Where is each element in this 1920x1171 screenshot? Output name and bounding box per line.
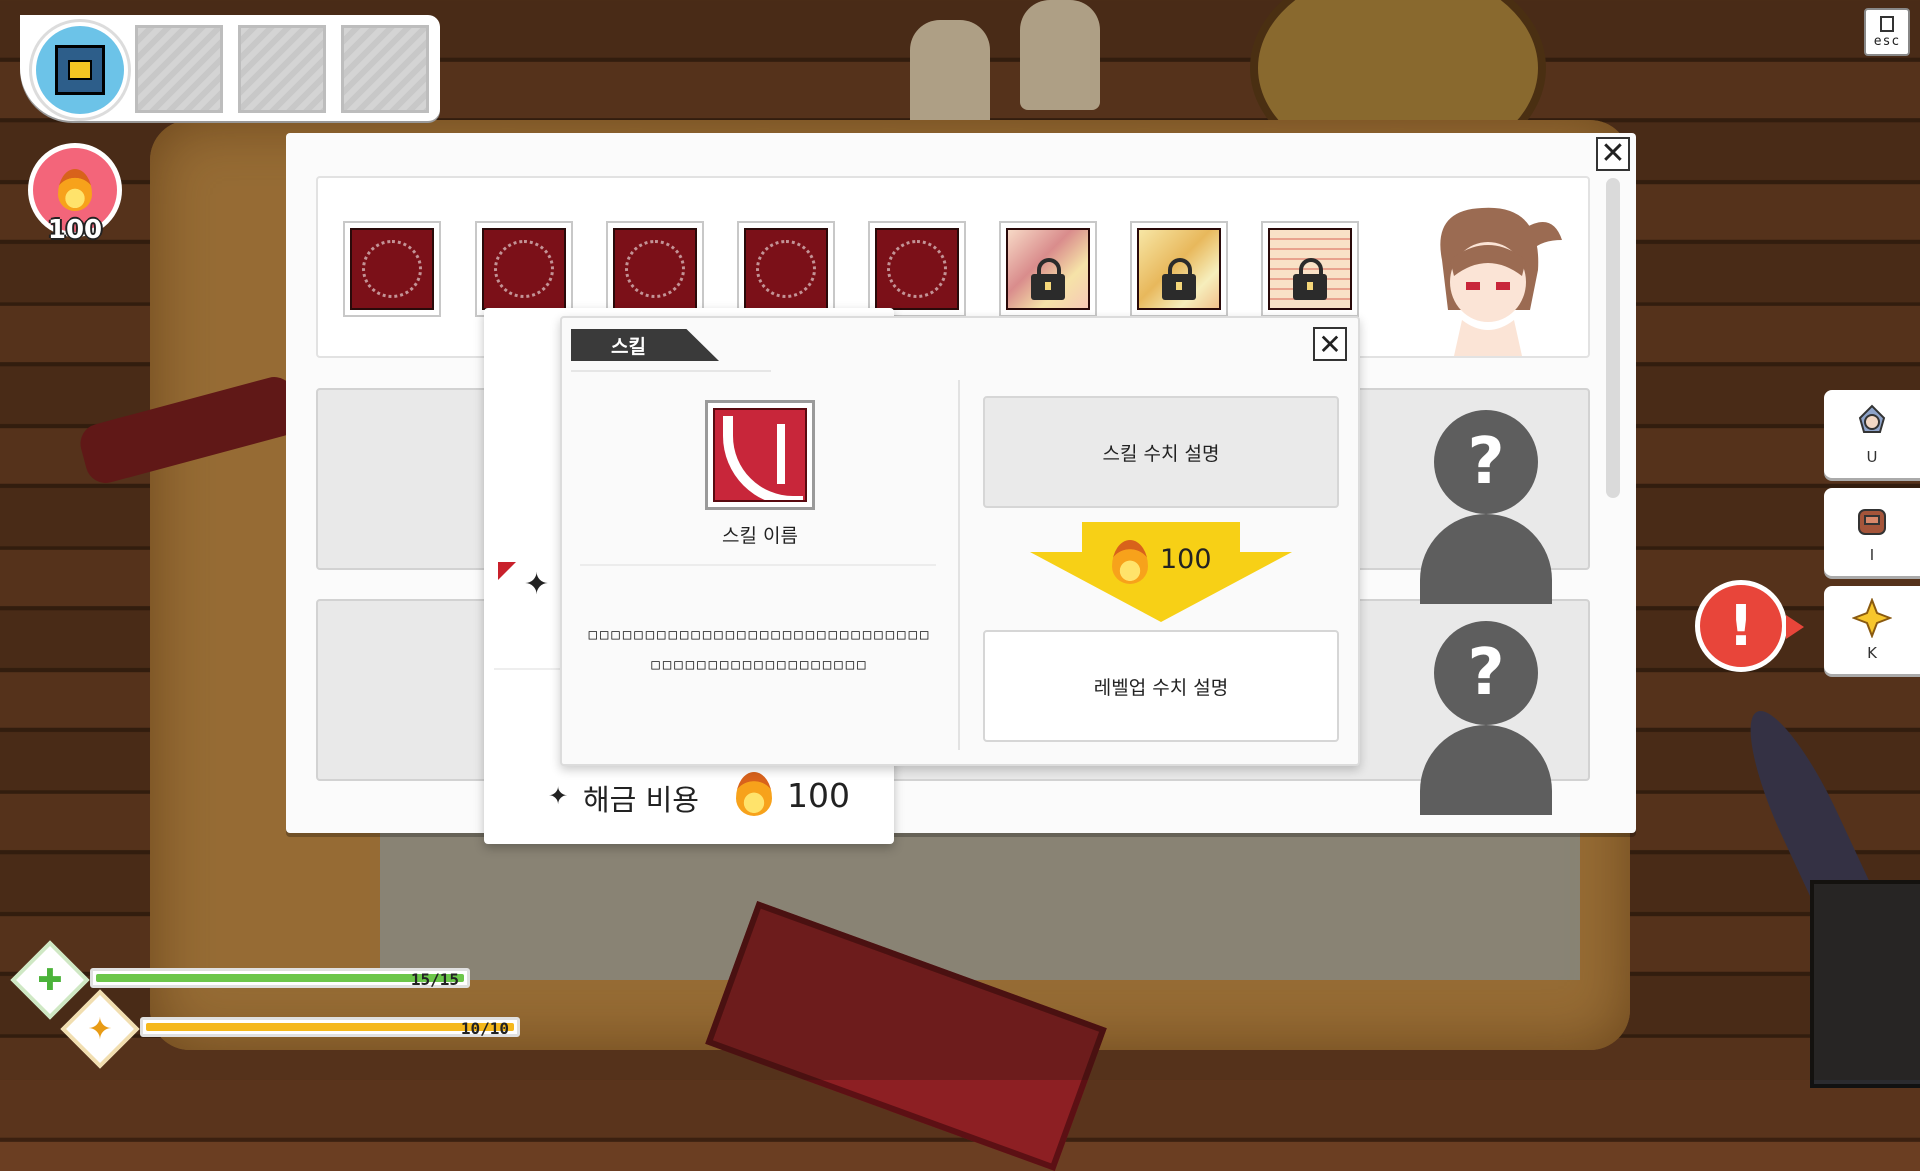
party-slot-empty[interactable] [135, 25, 223, 113]
current-stat-label: 스킬 수치 설명 [1102, 442, 1220, 465]
flame-icon [58, 169, 92, 211]
unknown-character-silhouette: ? [1420, 621, 1552, 815]
question-mark-icon: ? [1434, 410, 1538, 514]
energy-star-icon: ✦ [87, 1011, 113, 1047]
skill-slot-1[interactable] [343, 221, 441, 317]
divider [958, 380, 960, 750]
hp-bar: 15/15 [90, 968, 470, 989]
army-icon [744, 228, 828, 310]
selected-skill-icon [705, 400, 815, 510]
side-menu-character[interactable]: U [1824, 390, 1920, 478]
sp-label: 10/10 [460, 1019, 509, 1038]
esc-label: esc [1873, 33, 1901, 49]
player-avatar-icon [55, 45, 105, 95]
skill-star-icon [1852, 598, 1892, 638]
skill-slot-7[interactable] [1130, 221, 1228, 317]
alert-button[interactable]: ! [1695, 580, 1804, 672]
skill-slot-2[interactable] [475, 221, 573, 317]
close-icon: ✕ [1600, 136, 1626, 171]
skill-slot-5[interactable] [868, 221, 966, 317]
esc-menu-button[interactable]: esc [1864, 8, 1910, 56]
lock-icon [1031, 257, 1065, 300]
skill-panel-close-button[interactable]: ✕ [1596, 137, 1630, 171]
flame-icon [1112, 540, 1148, 584]
question-mark-icon: ? [1434, 621, 1538, 725]
exclamation-icon: ! [1728, 593, 1754, 659]
unlock-cost-value: 100 [787, 776, 850, 815]
level-up-stat-label: 레벨업 수치 설명 [1093, 676, 1229, 699]
crescent-slash-icon [350, 228, 434, 310]
divider [494, 668, 564, 670]
burst-icon [875, 228, 959, 310]
level-up-stat-box[interactable]: 레벨업 수치 설명 [983, 630, 1339, 742]
locked-skill-art [1137, 228, 1221, 310]
level-up-cost: 100 [1160, 544, 1212, 575]
hp-label: 15/15 [410, 970, 459, 989]
sp-bar-fill [146, 1023, 514, 1031]
unknown-character-silhouette: ? [1420, 410, 1552, 604]
locked-skill-art [1268, 228, 1352, 310]
crescent-slash-icon [713, 408, 807, 502]
locked-skill-art [1006, 228, 1090, 310]
character-icon [1858, 404, 1886, 433]
current-stat-box: 스킬 수치 설명 [983, 396, 1339, 508]
side-menu-bag[interactable]: I [1824, 488, 1920, 576]
skill-panel-scrollbar[interactable] [1606, 178, 1620, 498]
sparkle-icon: ✦ [548, 782, 569, 810]
skill-popup-close-button[interactable]: ✕ [1313, 327, 1347, 361]
tab-underline [571, 370, 771, 372]
hp-bar-fill [96, 974, 464, 982]
player-portrait[interactable] [32, 22, 128, 118]
currency-value: 100 [47, 215, 103, 245]
sparkle-icon: ✦ [524, 567, 550, 602]
party-slot-empty[interactable] [341, 25, 429, 113]
skill-slot-4[interactable] [737, 221, 835, 317]
skill-slot-3[interactable] [606, 221, 704, 317]
unlock-cost-label: 해금 비용 [583, 783, 699, 817]
skill-name: 스킬 이름 [722, 525, 798, 547]
divider [580, 564, 936, 566]
hotkey-label: K [1867, 644, 1877, 662]
character-girl-icon [1440, 207, 1562, 356]
bag-icon [1858, 509, 1886, 535]
health-cross-icon: ✚ [37, 962, 63, 998]
flame-icon [736, 772, 772, 816]
menu-document-icon [1880, 15, 1894, 32]
skill-slot-6[interactable] [999, 221, 1097, 317]
side-menu-skills[interactable]: K [1824, 586, 1920, 674]
close-icon: ✕ [1318, 327, 1342, 361]
hotkey-label: U [1866, 448, 1878, 466]
demon-face-icon [613, 228, 697, 310]
character-portrait [1402, 190, 1572, 356]
hotkey-label: I [1869, 546, 1875, 564]
lock-icon [1162, 257, 1196, 300]
corner-marker [498, 562, 516, 580]
sp-bar: 10/10 [140, 1017, 520, 1038]
skill-description: □□□□□□□□□□□□□□□□□□□□□□□□□□□□□□□□□□□□□□□□… [588, 627, 932, 673]
skill-slot-8[interactable] [1261, 221, 1359, 317]
swords-icon [482, 228, 566, 310]
party-slot-empty[interactable] [238, 25, 326, 113]
lock-icon [1293, 257, 1327, 300]
